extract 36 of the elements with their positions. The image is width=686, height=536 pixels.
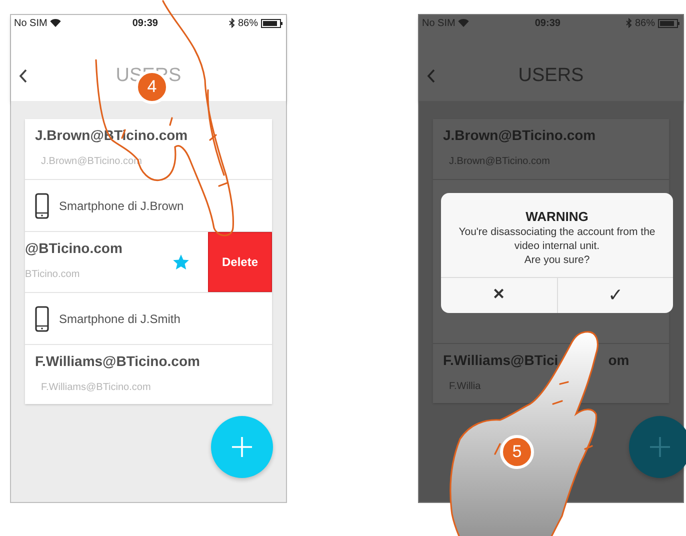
delete-button[interactable]: Delete — [208, 232, 272, 292]
device-name: Smartphone di J.Brown — [59, 198, 184, 214]
confirm-button[interactable]: ✓ — [558, 278, 673, 313]
add-button[interactable] — [211, 416, 273, 478]
battery-icon — [658, 18, 680, 28]
wifi-icon — [50, 19, 62, 27]
clock: 09:39 — [534, 16, 560, 30]
user-email: F.Williams@BTici — [443, 351, 558, 370]
page-title: USERS — [518, 64, 584, 88]
user-email-subtitle: F.Williams@BTicino.com — [40, 381, 151, 395]
smartphone-icon — [35, 192, 49, 218]
dialog-question: Are you sure? — [524, 253, 590, 267]
battery-percentage: 86% — [238, 16, 258, 30]
smartphone-icon — [35, 306, 49, 332]
dialog-message: You're disassociating the account from the video internal unit. — [458, 225, 656, 253]
user-email-subtitle: BTicino.com — [25, 268, 80, 282]
battery-icon — [261, 18, 283, 28]
add-button[interactable] — [629, 416, 686, 478]
back-icon[interactable] — [19, 69, 27, 83]
carrier-label: No SIM — [422, 16, 456, 30]
plus-icon — [650, 437, 670, 457]
carrier-label: No SIM — [14, 16, 48, 30]
wifi-icon — [458, 19, 470, 27]
star-icon[interactable] — [172, 253, 190, 271]
clock: 09:39 — [132, 16, 158, 30]
user-email: om — [608, 351, 630, 370]
user-email: @BTicino.com — [25, 239, 122, 258]
bluetooth-icon — [626, 18, 632, 28]
user-email: J.Brown@BTicino.com — [443, 126, 596, 145]
dialog-title: WARNING — [526, 209, 588, 225]
cancel-button[interactable]: ✕ — [441, 278, 558, 313]
bluetooth-icon — [228, 18, 235, 28]
plus-icon — [232, 437, 252, 457]
battery-percentage: 86% — [634, 16, 655, 30]
device-name: Smartphone di J.Smith — [59, 310, 180, 328]
user-email: F.Williams@BTicino.com — [35, 352, 200, 371]
